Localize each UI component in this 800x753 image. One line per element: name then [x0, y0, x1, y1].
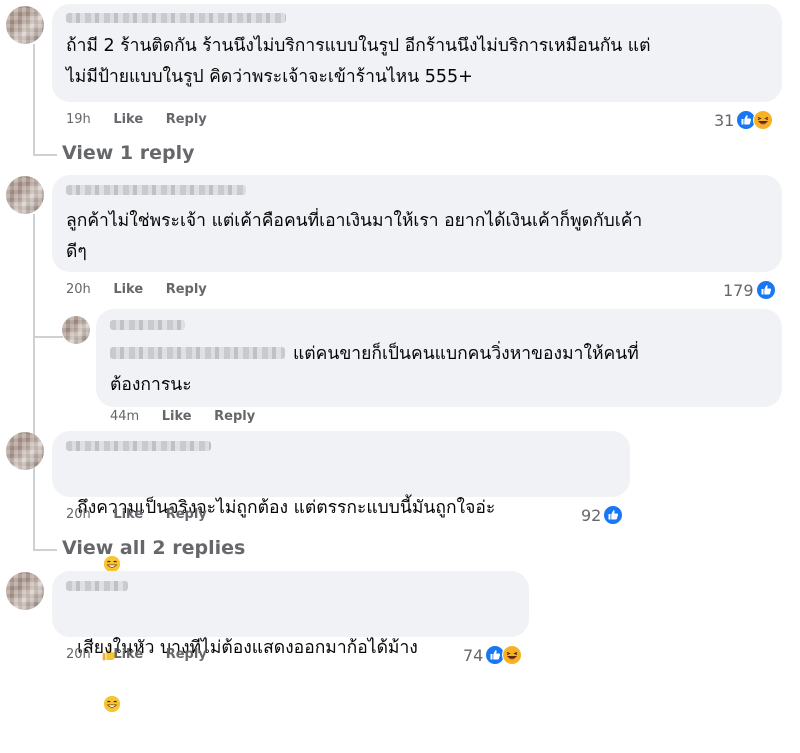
avatar[interactable] — [6, 176, 44, 214]
reply-button[interactable]: Reply — [166, 112, 207, 127]
avatar[interactable] — [6, 572, 44, 610]
like-button[interactable]: Like — [113, 647, 143, 662]
timestamp[interactable]: 20h — [66, 282, 91, 297]
reaction-count: 74 — [463, 645, 484, 665]
thread-line — [33, 549, 57, 551]
commenter-name-blurred[interactable] — [66, 13, 286, 23]
haha-icon — [753, 110, 774, 130]
reaction-summary[interactable]: 74 — [463, 645, 523, 665]
thread-line — [33, 44, 35, 154]
comment-text: ดีๆ — [66, 242, 87, 262]
thread-line — [33, 336, 63, 338]
like-button[interactable]: Like — [162, 409, 192, 424]
comment-actions: 20h Like Reply — [66, 507, 225, 522]
like-icon — [603, 505, 624, 525]
commenter-name-blurred[interactable] — [66, 441, 211, 451]
timestamp[interactable]: 44m — [110, 409, 139, 424]
comment-actions: 19h Like Reply — [66, 112, 225, 127]
haha-icon — [502, 645, 523, 665]
view-replies-link[interactable]: View all 2 replies — [62, 537, 245, 559]
reply-button[interactable]: Reply — [166, 282, 207, 297]
comment-actions: 44m Like Reply — [110, 409, 273, 424]
reply-button[interactable]: Reply — [166, 507, 207, 522]
reaction-count: 31 — [714, 110, 735, 130]
reaction-summary[interactable]: 31 — [714, 110, 774, 130]
view-replies-link[interactable]: View 1 reply — [62, 142, 195, 164]
reply-button[interactable]: Reply — [214, 409, 255, 424]
avatar[interactable] — [6, 432, 44, 470]
comment-actions: 20h Like Reply — [66, 282, 225, 297]
comment-text: ลูกค้าไม่ใช่พระเจ้า แต่เค้าคือคนที่เอาเง… — [66, 211, 643, 231]
like-button[interactable]: Like — [113, 282, 143, 297]
comment-actions: 20h Like Reply — [66, 647, 225, 662]
reaction-summary[interactable]: 179 — [723, 280, 776, 300]
reaction-count: 92 — [581, 505, 602, 525]
reaction-summary[interactable]: 92 — [581, 505, 624, 525]
thread-line — [33, 469, 35, 549]
like-button[interactable]: Like — [113, 112, 143, 127]
avatar[interactable] — [6, 6, 44, 44]
comment-text: เสียงในหัว บางทีไม่ต้องแสดงออกมาก้อได้ม้… — [66, 603, 418, 753]
comment-text: ถ้ามี 2 ร้านติดกัน ร้านนึงไม่บริการแบบใน… — [66, 36, 651, 56]
reaction-count: 179 — [723, 280, 754, 300]
reply-text: แต่คนขายก็เป็นคนแบกคนวิ่งหาของมาให้คนที่ — [293, 344, 639, 364]
timestamp[interactable]: 19h — [66, 112, 91, 127]
grin-emoji — [81, 663, 121, 753]
like-icon — [755, 280, 776, 300]
thread-line — [33, 154, 57, 156]
timestamp[interactable]: 20h — [66, 647, 91, 662]
mentioned-name-blurred[interactable] — [110, 347, 285, 359]
avatar[interactable] — [62, 316, 90, 344]
timestamp[interactable]: 20h — [66, 507, 91, 522]
commenter-name-blurred[interactable] — [110, 320, 185, 330]
comment-text: ไม่มีป้ายแบบในรูป คิดว่าพระเจ้าจะเข้าร้า… — [66, 67, 473, 87]
commenter-name-blurred[interactable] — [66, 185, 246, 195]
commenter-name-blurred[interactable] — [66, 581, 128, 591]
reply-text: ต้องการนะ — [110, 375, 192, 395]
reply-button[interactable]: Reply — [166, 647, 207, 662]
like-button[interactable]: Like — [113, 507, 143, 522]
